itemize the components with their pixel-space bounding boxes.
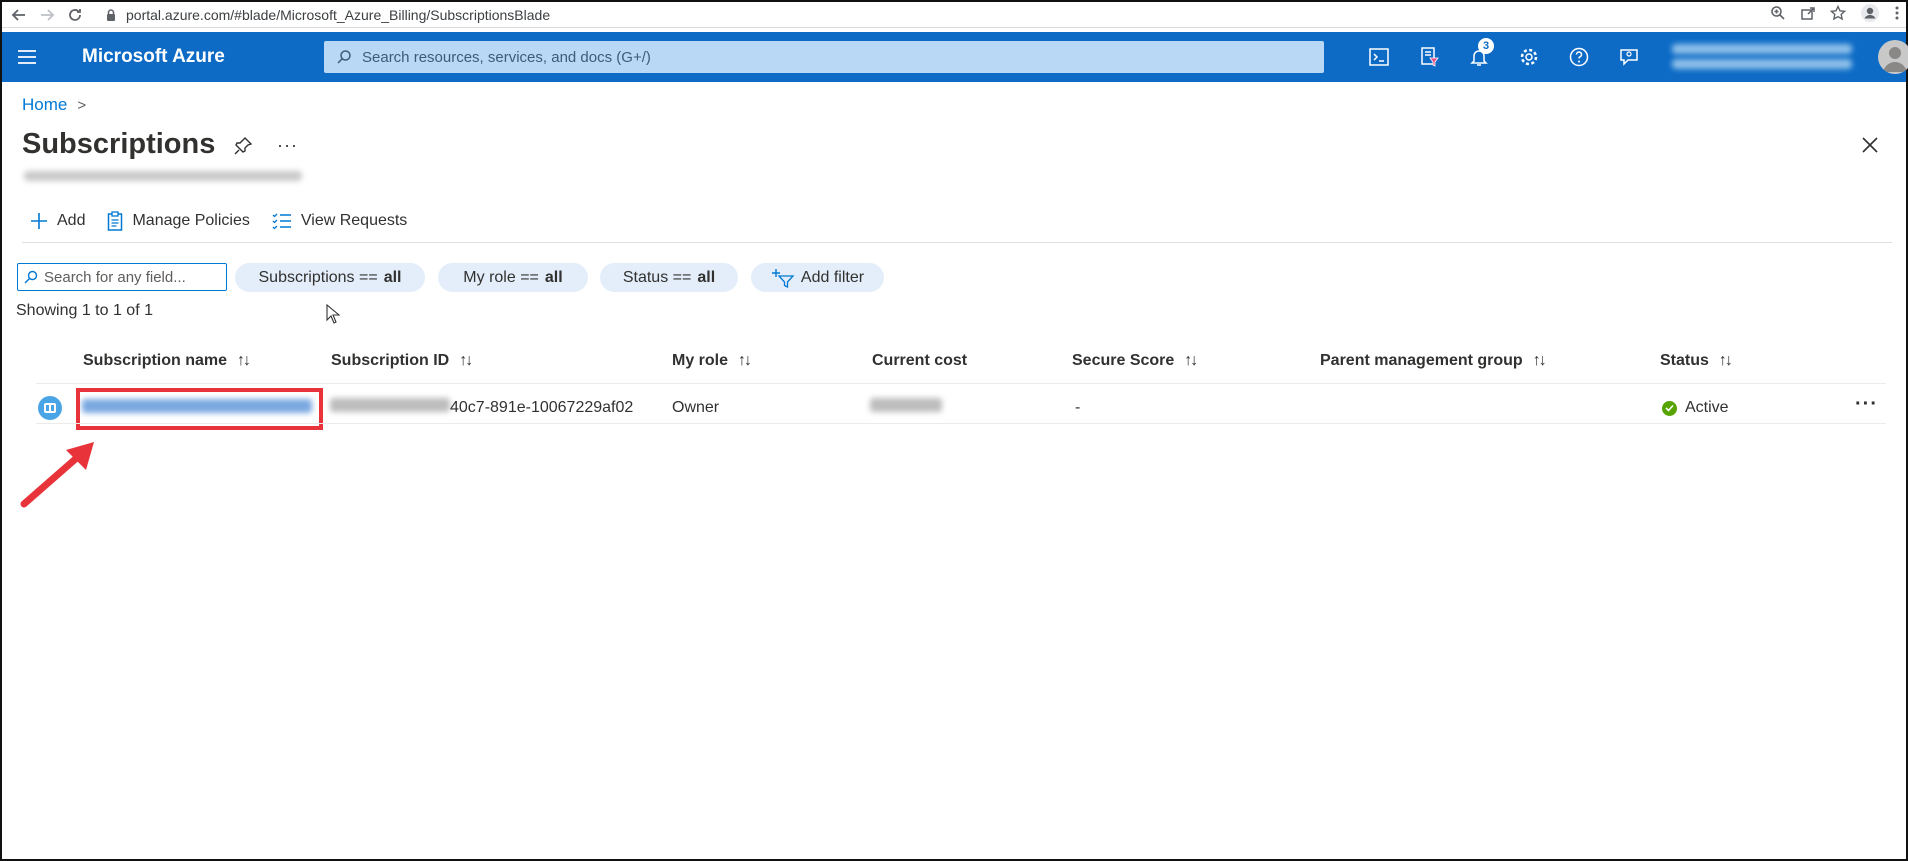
directory-filter-icon[interactable] [1404, 32, 1454, 82]
notification-count-badge: 3 [1478, 38, 1494, 54]
search-icon [24, 270, 38, 284]
pin-icon[interactable] [234, 137, 253, 160]
role-filter-label: My role == [463, 268, 539, 286]
column-header-parent[interactable]: Parent management group ↑↓ [1320, 352, 1547, 370]
column-header-role-label: My role [672, 352, 729, 369]
profile-icon[interactable] [1860, 3, 1880, 28]
browser-menu-icon[interactable] [1894, 5, 1900, 26]
column-header-parent-label: Parent management group [1320, 352, 1523, 369]
clipboard-icon [108, 211, 123, 231]
secure-score-cell: - [1075, 399, 1081, 416]
column-header-score-label: Secure Score [1072, 352, 1175, 369]
global-search-input[interactable]: Search resources, services, and docs (G+… [324, 41, 1324, 73]
user-avatar[interactable] [1878, 40, 1908, 74]
account-info[interactable] [1664, 40, 1864, 74]
command-bar-divider [22, 242, 1892, 243]
mouse-cursor-icon [326, 303, 341, 329]
title-more-options-button[interactable]: ··· [277, 135, 298, 156]
column-header-status[interactable]: Status ↑↓ [1660, 352, 1733, 370]
account-directory-redacted [1672, 59, 1852, 69]
command-bar: Add Manage Policies View Requests [30, 208, 429, 234]
table-row[interactable]: 40c7-891e-10067229af02 Owner - Active [0, 393, 1908, 423]
breadcrumb-home-link[interactable]: Home [22, 95, 67, 115]
manage-policies-button[interactable]: Manage Policies [107, 211, 250, 231]
sort-arrows-icon[interactable]: ↑↓ [738, 352, 752, 370]
settings-gear-icon[interactable] [1504, 32, 1554, 82]
filter-search-field[interactable] [17, 263, 227, 291]
sort-arrows-icon[interactable]: ↑↓ [1533, 352, 1547, 370]
check-circle-icon [1662, 400, 1677, 416]
table-row-divider [36, 423, 1886, 424]
subscriptions-filter-pill[interactable]: Subscriptions == all [235, 263, 425, 292]
subscription-id-cell: 40c7-891e-10067229af02 [450, 399, 634, 416]
star-icon[interactable] [1829, 4, 1847, 26]
portal-header: Microsoft Azure Search resources, servic… [2, 32, 1906, 82]
account-name-redacted [1672, 44, 1852, 54]
column-header-cost-label: Current cost [872, 352, 968, 369]
sort-arrows-icon[interactable]: ↑↓ [237, 352, 251, 370]
column-header-id-label: Subscription ID [331, 352, 450, 369]
role-filter-value: all [544, 268, 563, 286]
role-filter-pill[interactable]: My role == all [438, 263, 588, 292]
column-header-name-label: Subscription name [83, 352, 228, 369]
subscriptions-filter-value: all [383, 268, 402, 286]
browser-toolbar: portal.azure.com/#blade/Microsoft_Azure_… [2, 2, 1906, 28]
status-cell: Active [1662, 393, 1729, 423]
search-icon [337, 50, 351, 64]
add-button[interactable]: Add [30, 212, 85, 230]
column-header-id[interactable]: Subscription ID ↑↓ [331, 352, 473, 370]
notifications-bell-icon[interactable]: 3 [1454, 32, 1504, 82]
feedback-icon[interactable] [1604, 32, 1654, 82]
view-requests-button[interactable]: View Requests [272, 212, 407, 230]
current-cost-redacted [870, 398, 942, 412]
sort-arrows-icon[interactable]: ↑↓ [1184, 352, 1198, 370]
subscriptions-filter-label: Subscriptions == [258, 268, 378, 286]
portal-brand[interactable]: Microsoft Azure [82, 46, 322, 68]
status-filter-label: Status == [622, 268, 692, 286]
hamburger-menu-icon[interactable] [2, 32, 52, 82]
checklist-icon [272, 213, 291, 230]
add-button-label: Add [57, 212, 86, 229]
sort-arrows-icon[interactable]: ↑↓ [459, 352, 473, 370]
add-filter-icon [771, 268, 795, 288]
plus-icon [31, 213, 47, 229]
filter-search-input[interactable] [44, 268, 214, 286]
zoom-icon[interactable] [1770, 5, 1786, 26]
manage-policies-label: Manage Policies [132, 212, 250, 229]
screenshot-frame [0, 0, 1908, 861]
directory-subtitle-redacted [24, 171, 302, 181]
address-bar[interactable]: portal.azure.com/#blade/Microsoft_Azure_… [104, 4, 1746, 26]
table-header-divider [36, 383, 1886, 384]
close-blade-icon[interactable] [1862, 137, 1878, 158]
back-arrow-icon[interactable] [8, 4, 30, 26]
page-title: Subscriptions [22, 128, 216, 160]
url-text: portal.azure.com/#blade/Microsoft_Azure_… [126, 7, 551, 23]
annotation-arrow-icon [20, 442, 94, 508]
row-more-options-button[interactable]: ··· [1855, 393, 1878, 416]
share-icon[interactable] [1800, 5, 1816, 26]
breadcrumb-chevron-icon: > [77, 96, 87, 114]
help-question-icon[interactable] [1554, 32, 1604, 82]
status-filter-value: all [697, 268, 716, 286]
column-header-cost: Current cost [872, 352, 967, 370]
status-filter-pill[interactable]: Status == all [600, 263, 738, 292]
lock-icon [107, 9, 115, 21]
column-header-status-label: Status [1660, 352, 1709, 369]
cloud-shell-icon[interactable] [1354, 32, 1404, 82]
sort-arrows-icon[interactable]: ↑↓ [1719, 352, 1733, 370]
breadcrumb: Home > [22, 95, 86, 115]
column-header-score[interactable]: Secure Score ↑↓ [1072, 352, 1198, 370]
forward-arrow-icon[interactable] [36, 4, 58, 26]
global-search-placeholder: Search resources, services, and docs (G+… [362, 48, 651, 66]
column-header-name[interactable]: Subscription name ↑↓ [83, 352, 251, 370]
results-count: Showing 1 to 1 of 1 [16, 302, 153, 319]
reload-icon[interactable] [64, 4, 86, 26]
role-cell: Owner [672, 399, 720, 416]
status-text: Active [1685, 399, 1729, 416]
add-filter-button[interactable]: Add filter [751, 263, 884, 292]
column-header-role[interactable]: My role ↑↓ [672, 352, 752, 370]
view-requests-label: View Requests [300, 212, 408, 229]
add-filter-label: Add filter [800, 268, 865, 286]
